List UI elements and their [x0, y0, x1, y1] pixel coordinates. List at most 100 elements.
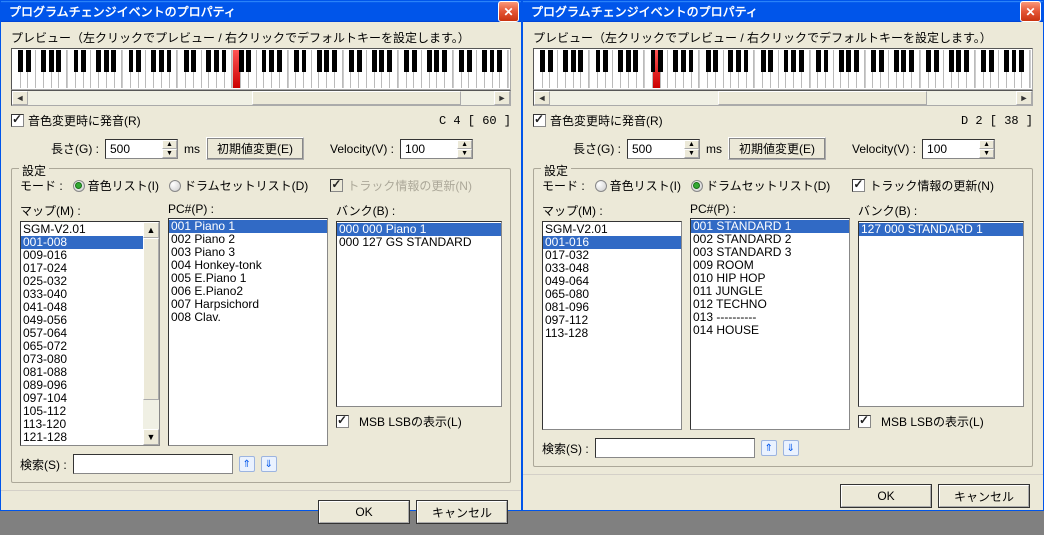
- piano-key[interactable]: [543, 50, 551, 88]
- piano-key[interactable]: [462, 50, 470, 88]
- piano-key[interactable]: [115, 50, 123, 88]
- piano-key[interactable]: [929, 50, 937, 88]
- piano-key[interactable]: [399, 50, 407, 88]
- piano-key[interactable]: [590, 50, 598, 88]
- piano-key[interactable]: [44, 50, 52, 88]
- piano-key[interactable]: [264, 50, 272, 88]
- piano-key[interactable]: [178, 50, 186, 88]
- piano-key[interactable]: [414, 50, 422, 88]
- list-item[interactable]: 004 Honkey-tonk: [169, 259, 327, 272]
- piano-key[interactable]: [574, 50, 582, 88]
- list-item[interactable]: 033-040: [21, 288, 143, 301]
- piano-key[interactable]: [873, 50, 881, 88]
- list-item[interactable]: 009 ROOM: [691, 259, 849, 272]
- piano-preview[interactable]: [533, 48, 1033, 90]
- piano-key[interactable]: [834, 50, 842, 88]
- list-item[interactable]: 005 E.Piano 1: [169, 272, 327, 285]
- list-item[interactable]: 000 127 GS STANDARD: [337, 236, 501, 249]
- map-listbox[interactable]: SGM-V2.01001-016017-032033-048049-064065…: [542, 221, 682, 430]
- list-item[interactable]: 097-104: [21, 392, 143, 405]
- piano-scrollbar[interactable]: ◄ ►: [533, 90, 1033, 106]
- scroll-right-icon[interactable]: ►: [1016, 91, 1032, 105]
- chevron-up-icon[interactable]: ▲: [684, 140, 699, 149]
- list-item[interactable]: 017-024: [21, 262, 143, 275]
- list-item[interactable]: 065-072: [21, 340, 143, 353]
- list-item[interactable]: 007 Harpsichord: [169, 298, 327, 311]
- piano-key[interactable]: [786, 50, 794, 88]
- piano-key[interactable]: [645, 50, 653, 88]
- piano-key[interactable]: [382, 50, 390, 88]
- piano-key[interactable]: [59, 50, 67, 88]
- piano-key[interactable]: [755, 50, 763, 88]
- piano-key[interactable]: [747, 50, 755, 88]
- length-input[interactable]: [628, 140, 684, 158]
- piano-key[interactable]: [952, 50, 960, 88]
- map-listbox[interactable]: SGM-V2.01001-008009-016017-024025-032033…: [20, 221, 160, 446]
- ok-button[interactable]: OK: [319, 501, 409, 523]
- list-item[interactable]: 006 E.Piano2: [169, 285, 327, 298]
- chevron-down-icon[interactable]: ▼: [684, 149, 699, 158]
- init-change-button[interactable]: 初期値変更(E): [206, 137, 304, 160]
- piano-key[interactable]: [52, 50, 60, 88]
- piano-key[interactable]: [437, 50, 445, 88]
- piano-key[interactable]: [390, 50, 398, 88]
- piano-key[interactable]: [485, 50, 493, 88]
- piano-key[interactable]: [91, 50, 99, 88]
- list-item[interactable]: 081-096: [543, 301, 681, 314]
- piano-key[interactable]: [621, 50, 629, 88]
- piano-key[interactable]: [881, 50, 889, 88]
- piano-key[interactable]: [454, 50, 462, 88]
- piano-key[interactable]: [598, 50, 606, 88]
- piano-key[interactable]: [99, 50, 107, 88]
- piano-key[interactable]: [889, 50, 897, 88]
- length-spinner[interactable]: ▲▼: [105, 139, 178, 159]
- list-item[interactable]: 014 HOUSE: [691, 324, 849, 337]
- list-item[interactable]: SGM-V2.01: [21, 223, 143, 236]
- piano-key[interactable]: [280, 50, 288, 88]
- piano-key[interactable]: [811, 50, 819, 88]
- velocity-spinner[interactable]: ▲▼: [922, 139, 995, 159]
- piano-key[interactable]: [359, 50, 367, 88]
- piano-key[interactable]: [202, 50, 210, 88]
- piano-key[interactable]: [794, 50, 802, 88]
- piano-key[interactable]: [68, 50, 76, 88]
- piano-key[interactable]: [779, 50, 787, 88]
- list-item[interactable]: 001-016: [543, 236, 681, 249]
- piano-key[interactable]: [84, 50, 92, 88]
- list-item[interactable]: 003 STANDARD 3: [691, 246, 849, 259]
- list-item[interactable]: 001-008: [21, 236, 143, 249]
- piano-key[interactable]: [493, 50, 501, 88]
- piano-key[interactable]: [684, 50, 692, 88]
- search-prev-icon[interactable]: ⇑: [239, 456, 255, 472]
- piano-key[interactable]: [123, 50, 131, 88]
- piano-key[interactable]: [967, 50, 975, 88]
- bank-listbox[interactable]: 000 000 Piano 1000 127 GS STANDARD: [336, 221, 502, 407]
- msb-lsb-checkbox[interactable]: [336, 415, 349, 428]
- piano-key[interactable]: [500, 50, 508, 88]
- piano-key[interactable]: [771, 50, 779, 88]
- piano-key[interactable]: [692, 50, 700, 88]
- piano-key[interactable]: [1015, 50, 1023, 88]
- list-item[interactable]: 001 STANDARD 1: [691, 220, 849, 233]
- piano-scrollbar[interactable]: ◄ ►: [11, 90, 511, 106]
- mode-tone-radio[interactable]: [73, 180, 85, 192]
- piano-key[interactable]: [344, 50, 352, 88]
- piano-key[interactable]: [209, 50, 217, 88]
- search-input[interactable]: [73, 454, 233, 474]
- list-item[interactable]: 008 Clav.: [169, 311, 327, 324]
- list-item[interactable]: 073-080: [21, 353, 143, 366]
- piano-key[interactable]: [139, 50, 147, 88]
- search-prev-icon[interactable]: ⇑: [761, 440, 777, 456]
- piano-key[interactable]: [802, 50, 810, 88]
- piano-key[interactable]: [558, 50, 566, 88]
- list-item[interactable]: 113-120: [21, 418, 143, 431]
- piano-key[interactable]: [249, 50, 257, 88]
- list-item[interactable]: 025-032: [21, 275, 143, 288]
- piano-key[interactable]: [566, 50, 574, 88]
- piano-key[interactable]: [21, 50, 29, 88]
- list-item[interactable]: 011 JUNGLE: [691, 285, 849, 298]
- chevron-up-icon[interactable]: ▲: [162, 140, 177, 149]
- piano-key[interactable]: [296, 50, 304, 88]
- piano-key[interactable]: [304, 50, 312, 88]
- scroll-left-icon[interactable]: ◄: [534, 91, 550, 105]
